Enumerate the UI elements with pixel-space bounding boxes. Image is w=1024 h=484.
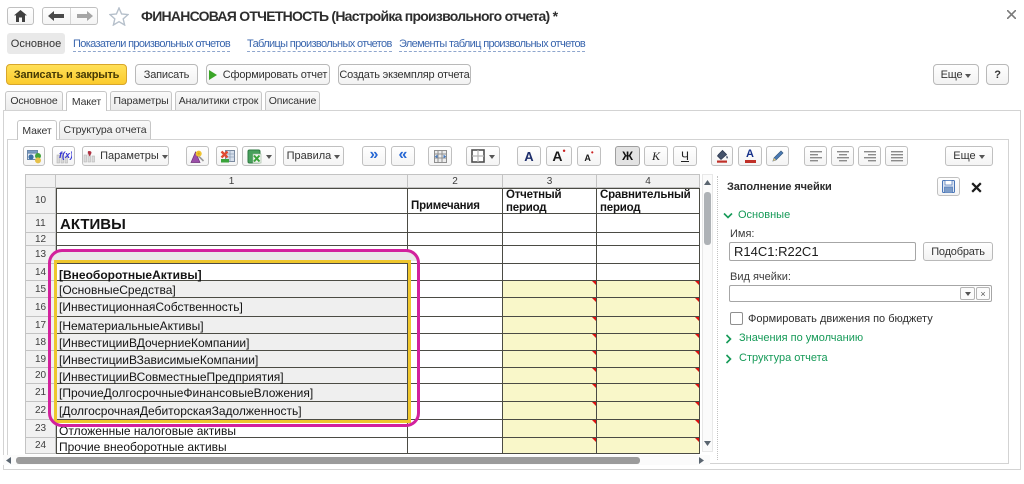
svg-text:f(x): f(x) — [59, 150, 72, 160]
